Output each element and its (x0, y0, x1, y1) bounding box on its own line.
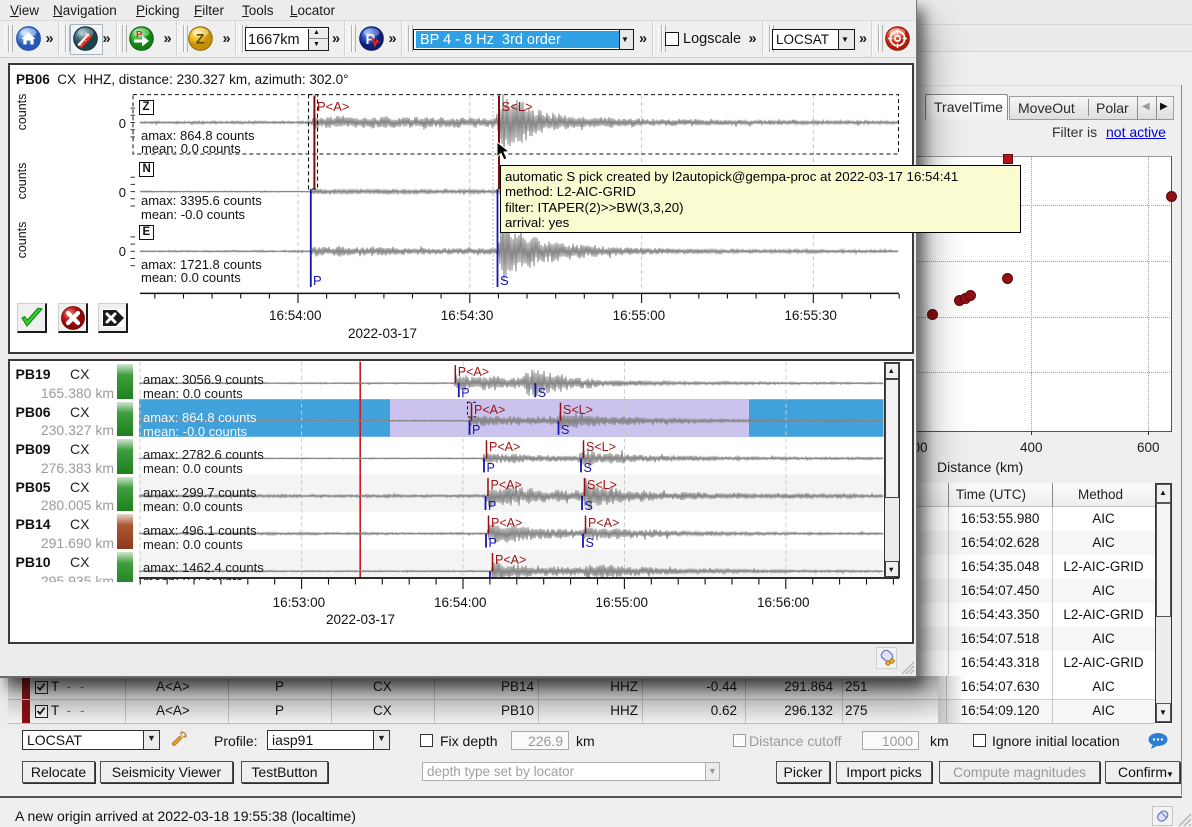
svg-text:Z: Z (195, 31, 204, 47)
svg-text:P: P (136, 30, 143, 41)
